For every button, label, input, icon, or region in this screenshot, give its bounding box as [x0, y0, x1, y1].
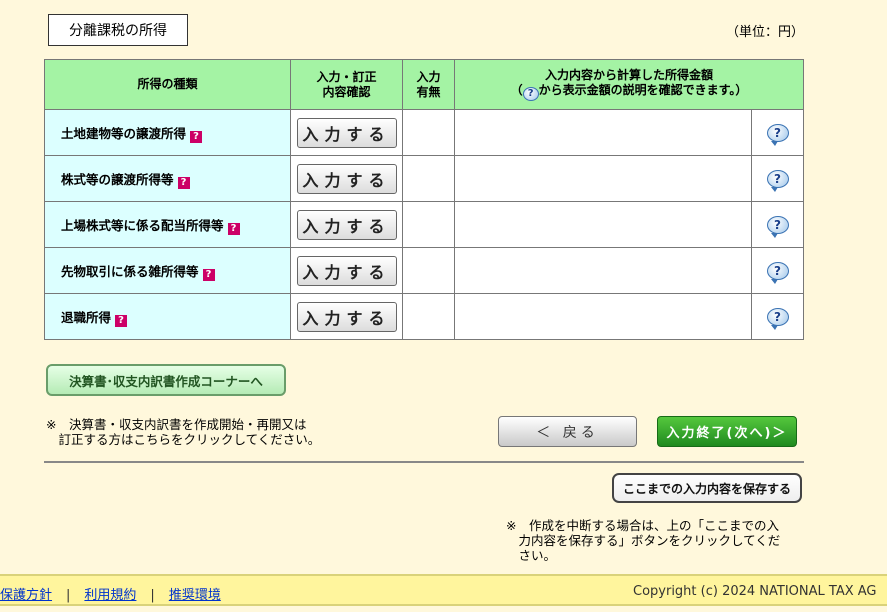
- help-icon[interactable]: ?: [177, 176, 190, 189]
- header-input-confirm: 入力・訂正 内容確認: [290, 59, 403, 110]
- back-button[interactable]: ＜ 戻る: [498, 416, 637, 447]
- question-balloon-icon[interactable]: ?: [766, 169, 789, 192]
- table-row: 株式等の譲渡所得等? 入力する ?: [44, 155, 804, 202]
- income-table: 所得の種類 入力・訂正 内容確認 入力 有無 入力内容から計算した所得金額 （?…: [44, 59, 804, 340]
- corner-note: ※ 決算書・収支内訳書を作成開始・再開又は 訂正する方はこちらをクリックしてくだ…: [46, 417, 366, 447]
- income-name-cell: 株式等の譲渡所得等?: [44, 155, 291, 202]
- input-button-retirement[interactable]: 入力する: [296, 301, 397, 332]
- income-name-cell: 土地建物等の譲渡所得?: [44, 109, 291, 156]
- question-balloon-icon[interactable]: ?: [766, 261, 789, 284]
- presence-cell: [402, 201, 455, 248]
- table-row: 退職所得? 入力する ?: [44, 293, 804, 340]
- footer-link-privacy[interactable]: 保護方針: [0, 588, 52, 603]
- question-icon: ?: [522, 87, 539, 101]
- header-presence: 入力 有無: [402, 59, 455, 110]
- amount-cell: [454, 293, 752, 340]
- amount-cell: [454, 109, 752, 156]
- input-cell: 入力する: [290, 109, 403, 156]
- finish-input-next-button[interactable]: 入力終了(次へ)＞: [657, 416, 797, 447]
- input-cell: 入力する: [290, 155, 403, 202]
- question-balloon-icon[interactable]: ?: [766, 307, 789, 330]
- input-cell: 入力する: [290, 247, 403, 294]
- header-amount-line2-prefix: （: [510, 83, 523, 97]
- footer-link-environment[interactable]: 推奨環境: [169, 588, 221, 603]
- footer-separator: |: [66, 588, 71, 603]
- header-input-confirm-line2: 内容確認: [322, 84, 371, 99]
- footer-links: 保護方針 | 利用規約 | 推奨環境: [0, 584, 221, 603]
- financial-statement-corner-button[interactable]: 決算書･収支内訳書作成コーナーへ: [46, 364, 286, 396]
- save-note: ※ 作成を中断する場合は、上の「ここまでの入 力内容を保存する」ボタンをクリック…: [506, 518, 806, 563]
- header-input-confirm-line1: 入力・訂正: [316, 69, 377, 84]
- income-name: 株式等の譲渡所得等: [61, 171, 174, 187]
- save-note-line1: ※ 作成を中断する場合は、上の「ここまでの入: [506, 518, 779, 533]
- header-category: 所得の種類: [44, 59, 291, 110]
- amount-help-cell: ?: [751, 109, 804, 156]
- corner-note-line1: ※ 決算書・収支内訳書を作成開始・再開又は: [46, 417, 307, 432]
- income-name-cell: 退職所得?: [44, 293, 291, 340]
- presence-cell: [402, 109, 455, 156]
- unit-label: （単位：円）: [726, 25, 805, 40]
- question-balloon-icon[interactable]: ?: [766, 215, 789, 238]
- save-note-line3: さい。: [506, 548, 557, 563]
- presence-cell: [402, 293, 455, 340]
- income-name: 退職所得: [61, 309, 112, 325]
- help-icon[interactable]: ?: [227, 222, 240, 235]
- footer-link-terms[interactable]: 利用規約: [84, 588, 136, 603]
- amount-help-cell: ?: [751, 293, 804, 340]
- presence-cell: [402, 155, 455, 202]
- divider: [44, 461, 804, 463]
- input-cell: 入力する: [290, 201, 403, 248]
- input-button-futures[interactable]: 入力する: [296, 255, 397, 286]
- footer-separator: |: [150, 588, 155, 603]
- amount-help-cell: ?: [751, 155, 804, 202]
- amount-help-cell: ?: [751, 201, 804, 248]
- income-name: 上場株式等に係る配当所得等: [61, 217, 224, 233]
- presence-cell: [402, 247, 455, 294]
- amount-help-cell: ?: [751, 247, 804, 294]
- amount-cell: [454, 201, 752, 248]
- table-row: 先物取引に係る雑所得等? 入力する ?: [44, 247, 804, 294]
- input-button-listed-dividends[interactable]: 入力する: [296, 209, 397, 240]
- section-title: 分離課税の所得: [48, 14, 188, 46]
- amount-cell: [454, 155, 752, 202]
- header-amount-line1: 入力内容から計算した所得金額: [544, 68, 713, 82]
- input-button-stocks[interactable]: 入力する: [296, 163, 397, 194]
- help-icon[interactable]: ?: [190, 130, 203, 143]
- help-icon[interactable]: ?: [115, 314, 128, 327]
- corner-note-line2: 訂正する方はこちらをクリックしてください。: [46, 432, 321, 447]
- header-presence-line1: 入力: [416, 69, 441, 84]
- income-name: 土地建物等の譲渡所得: [61, 125, 187, 141]
- input-button-land-building[interactable]: 入力する: [296, 117, 397, 148]
- table-row: 土地建物等の譲渡所得? 入力する ?: [44, 109, 804, 156]
- header-amount: 入力内容から計算した所得金額 （? から表示金額の説明を確認できます。）: [454, 59, 804, 110]
- income-name-cell: 先物取引に係る雑所得等?: [44, 247, 291, 294]
- input-cell: 入力する: [290, 293, 403, 340]
- income-name: 先物取引に係る雑所得等: [61, 263, 199, 279]
- income-name-cell: 上場株式等に係る配当所得等?: [44, 201, 291, 248]
- copyright: Copyright (c) 2024 NATIONAL TAX AG: [633, 584, 877, 599]
- question-balloon-icon[interactable]: ?: [766, 123, 789, 146]
- footer: 保護方針 | 利用規約 | 推奨環境 Copyright (c) 2024 NATION…: [0, 574, 887, 606]
- header-amount-line2-suffix: から表示金額の説明を確認できます。）: [538, 83, 748, 97]
- help-icon[interactable]: ?: [202, 268, 215, 281]
- table-header-row: 所得の種類 入力・訂正 内容確認 入力 有無 入力内容から計算した所得金額 （?…: [44, 59, 804, 110]
- save-note-line2: 力内容を保存する」ボタンをクリックしてくだ: [506, 533, 781, 548]
- save-progress-button[interactable]: ここまでの入力内容を保存する: [612, 473, 802, 503]
- header-presence-line2: 有無: [416, 84, 441, 99]
- amount-cell: [454, 247, 752, 294]
- table-row: 上場株式等に係る配当所得等? 入力する ?: [44, 201, 804, 248]
